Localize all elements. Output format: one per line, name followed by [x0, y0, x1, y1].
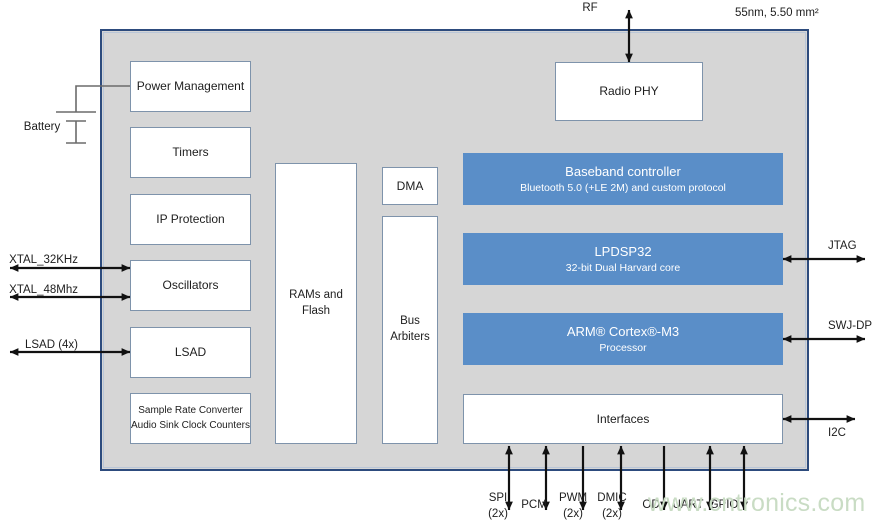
block-sample-rate-converter-line1: Sample Rate Converter	[138, 405, 243, 416]
block-timers[interactable]: Timers	[130, 127, 251, 178]
block-oscillators-label: Oscillators	[162, 278, 219, 293]
block-lpdsp32[interactable]: LPDSP32 32-bit Dual Harvard core	[463, 233, 783, 285]
block-cortex-m3-label: ARM® Cortex®-M3	[566, 324, 680, 340]
label-i2c: I2C	[828, 427, 846, 439]
label-dmic: DMIC (2x)	[588, 491, 636, 522]
block-rams-and-flash-line2: Flash	[301, 304, 331, 317]
block-lsad-label: LSAD	[174, 345, 207, 360]
block-baseband-controller[interactable]: Baseband controller Bluetooth 5.0 (+LE 2…	[463, 153, 783, 205]
block-lpdsp32-subtitle: 32-bit Dual Harvard core	[565, 261, 681, 274]
block-bus-arbiters-line1: Bus	[400, 315, 420, 328]
block-interfaces-label: Interfaces	[596, 411, 650, 426]
block-baseband-controller-subtitle: Bluetooth 5.0 (+LE 2M) and custom protoc…	[520, 181, 726, 194]
block-rams-and-flash-line1: RAMs and	[289, 288, 343, 301]
block-baseband-controller-label: Baseband controller	[565, 164, 681, 180]
site-watermark: www.cntronics.com	[648, 489, 866, 517]
block-rams-and-flash[interactable]: RAMs and Flash	[275, 163, 357, 444]
block-lpdsp32-label: LPDSP32	[594, 244, 652, 260]
label-dmic-line2: (2x)	[602, 507, 622, 520]
block-radio-phy[interactable]: Radio PHY	[555, 62, 703, 121]
label-dmic-line1: DMIC	[597, 492, 627, 504]
block-power-management-label: Power Management	[136, 79, 245, 94]
label-jtag: JTAG	[828, 240, 857, 252]
block-bus-arbiters-line2: Arbiters	[390, 331, 430, 343]
label-swj-dp: SWJ-DP	[828, 320, 873, 332]
block-cortex-m3-subtitle: Processor	[599, 341, 647, 354]
label-battery: Battery	[23, 121, 61, 133]
block-lsad[interactable]: LSAD	[130, 327, 251, 378]
block-ip-protection-label: IP Protection	[156, 212, 225, 227]
label-xtal-32khz: XTAL_32KHz	[9, 254, 78, 266]
block-sample-rate-converter-line2: Audio Sink Clock Counters	[131, 419, 250, 431]
block-radio-phy-label: Radio PHY	[599, 84, 659, 99]
label-lsad-pin: LSAD (4x)	[24, 339, 78, 351]
block-timers-label: Timers	[172, 145, 209, 160]
block-interfaces[interactable]: Interfaces	[463, 394, 783, 444]
block-diagram-canvas: Power Management Timers IP Protection Os…	[0, 0, 876, 524]
block-sample-rate-converter[interactable]: Sample Rate Converter Audio Sink Clock C…	[130, 393, 251, 444]
block-ip-protection[interactable]: IP Protection	[130, 194, 251, 245]
label-rf: RF	[582, 2, 598, 14]
block-dma[interactable]: DMA	[382, 167, 438, 205]
label-process-note: 55nm, 5.50 mm²	[735, 7, 819, 19]
block-bus-arbiters[interactable]: Bus Arbiters	[382, 216, 438, 444]
label-xtal-48mhz: XTAL_48Mhz	[9, 284, 78, 296]
block-power-management[interactable]: Power Management	[130, 61, 251, 112]
block-cortex-m3[interactable]: ARM® Cortex®-M3 Processor	[463, 313, 783, 365]
block-dma-label: DMA	[396, 178, 424, 193]
block-oscillators[interactable]: Oscillators	[130, 260, 251, 311]
